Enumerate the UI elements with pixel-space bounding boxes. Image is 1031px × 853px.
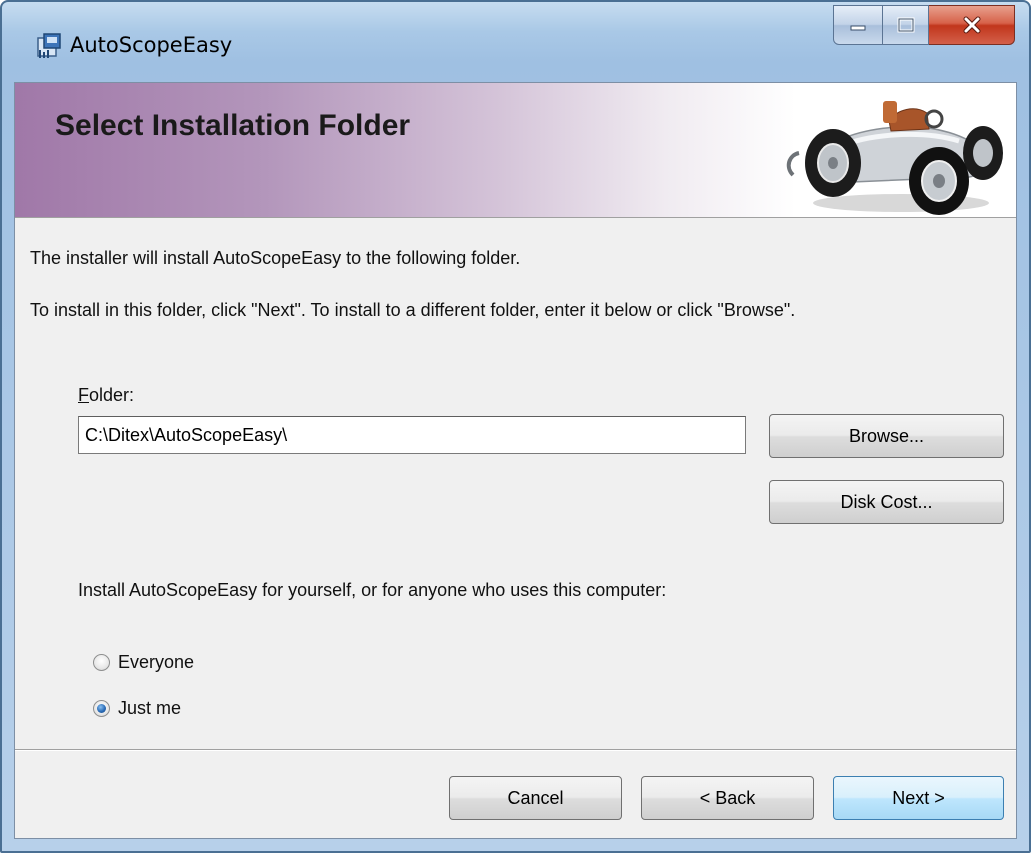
minimize-button[interactable] — [833, 5, 883, 45]
close-icon — [963, 16, 980, 34]
installer-window: AutoScopeEasy Select Installation Folder… — [0, 0, 1031, 853]
radio-just-me-button[interactable] — [93, 699, 110, 717]
minimize-icon — [850, 25, 866, 31]
close-button[interactable] — [929, 5, 1015, 45]
folder-path-input[interactable] — [78, 416, 746, 454]
instructions-text: To install in this folder, click "Next".… — [30, 300, 796, 320]
radio-just-me[interactable]: Just me — [93, 696, 181, 720]
folder-label-text: older: — [89, 385, 135, 405]
next-button[interactable]: Next > — [833, 776, 1004, 820]
footer-separator — [15, 749, 1016, 751]
install-scope-text: Install AutoScopeEasy for yourself, or f… — [78, 580, 667, 600]
radio-everyone-button[interactable] — [93, 653, 110, 671]
page-title: Select Installation Folder — [55, 109, 411, 142]
radio-just-me-label[interactable]: Just me — [118, 698, 181, 719]
intro-text: The installer will install AutoScopeEasy… — [30, 248, 521, 268]
disk-cost-button[interactable]: Disk Cost... — [769, 480, 1004, 524]
cancel-button[interactable]: Cancel — [449, 776, 622, 820]
maximize-button[interactable] — [883, 5, 929, 45]
title-bar[interactable]: AutoScopeEasy — [2, 2, 1029, 82]
installer-package-icon — [37, 33, 61, 58]
racing-car-icon — [786, 101, 1003, 215]
folder-label-access-key: F — [78, 385, 89, 405]
folder-label: Folder: — [78, 385, 134, 406]
caption-buttons — [833, 5, 1015, 45]
browse-button[interactable]: Browse... — [769, 414, 1004, 458]
window-title: AutoScopeEasy — [70, 33, 233, 57]
header-banner: Select Installation Folder — [15, 83, 1016, 218]
radio-everyone-label[interactable]: Everyone — [118, 652, 194, 673]
maximize-icon — [897, 17, 914, 33]
back-button[interactable]: < Back — [641, 776, 814, 820]
radio-everyone[interactable]: Everyone — [93, 650, 194, 674]
dialog-client-area: Select Installation Folder The installer — [14, 82, 1017, 839]
